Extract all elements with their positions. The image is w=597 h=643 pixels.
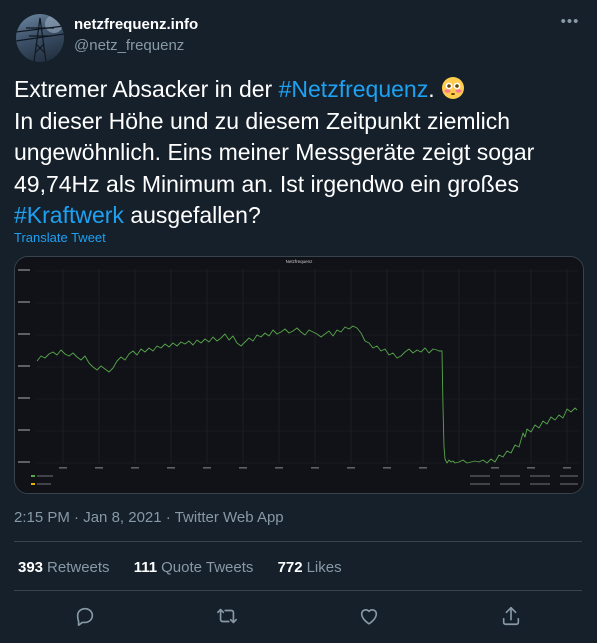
tweet-date[interactable]: Jan 8, 2021	[83, 509, 161, 526]
likes-stat[interactable]: 772 Likes	[278, 559, 342, 576]
retweet-icon[interactable]	[211, 600, 243, 632]
tweet-stats: 393 Retweets 111 Quote Tweets 772 Likes	[18, 559, 362, 576]
frequency-chart-image: Netzfrequenz	[15, 257, 583, 493]
flushed-face-emoji-icon	[441, 76, 465, 100]
retweets-label: Retweets	[47, 559, 110, 576]
meta-separator: ·	[74, 509, 80, 526]
like-icon[interactable]	[353, 600, 385, 632]
hashtag-kraftwerk[interactable]: #Kraftwerk	[14, 202, 124, 228]
retweets-count: 393	[18, 559, 44, 576]
tweet-time[interactable]: 2:15 PM	[14, 509, 70, 526]
translate-tweet-link[interactable]: Translate Tweet	[14, 230, 106, 245]
tweet: netzfrequenz.info @netz_frequenz ••• Ext…	[0, 0, 597, 643]
tweet-metadata: 2:15 PM · Jan 8, 2021 · Twitter Web App	[14, 509, 284, 526]
meta-separator: ·	[165, 509, 171, 526]
action-bar	[0, 600, 597, 634]
quote-tweets-stat[interactable]: 111 Quote Tweets	[134, 559, 254, 576]
tweet-text-part: Extremer Absacker in der	[14, 76, 279, 102]
divider	[14, 541, 582, 542]
likes-count: 772	[277, 559, 303, 576]
power-pylon-icon	[16, 15, 64, 62]
more-options-icon[interactable]: •••	[559, 13, 581, 33]
tweet-text-part: ausgefallen?	[123, 202, 261, 228]
source-app[interactable]: Twitter Web App	[175, 509, 284, 526]
hashtag-netzfrequenz[interactable]: #Netzfrequenz	[279, 76, 429, 102]
divider	[14, 590, 582, 591]
tweet-text: Extremer Absacker in der #Netzfrequenz. …	[14, 74, 574, 232]
media-image[interactable]: Netzfrequenz	[14, 256, 584, 494]
avatar[interactable]	[16, 14, 64, 62]
likes-label: Likes	[306, 559, 342, 576]
quote-tweets-count: 111	[133, 559, 158, 576]
share-icon[interactable]	[495, 600, 527, 632]
quote-tweets-label: Quote Tweets	[161, 559, 254, 576]
display-name[interactable]: netzfrequenz.info	[74, 16, 198, 33]
retweets-stat[interactable]: 393 Retweets	[18, 559, 110, 576]
tweet-text-part: .	[428, 76, 435, 102]
chart-title: Netzfrequenz	[286, 259, 314, 264]
user-handle[interactable]: @netz_frequenz	[74, 37, 184, 54]
reply-icon[interactable]	[69, 600, 101, 632]
tweet-text-part: In dieser Höhe und zu diesem Zeitpunkt z…	[14, 107, 535, 197]
